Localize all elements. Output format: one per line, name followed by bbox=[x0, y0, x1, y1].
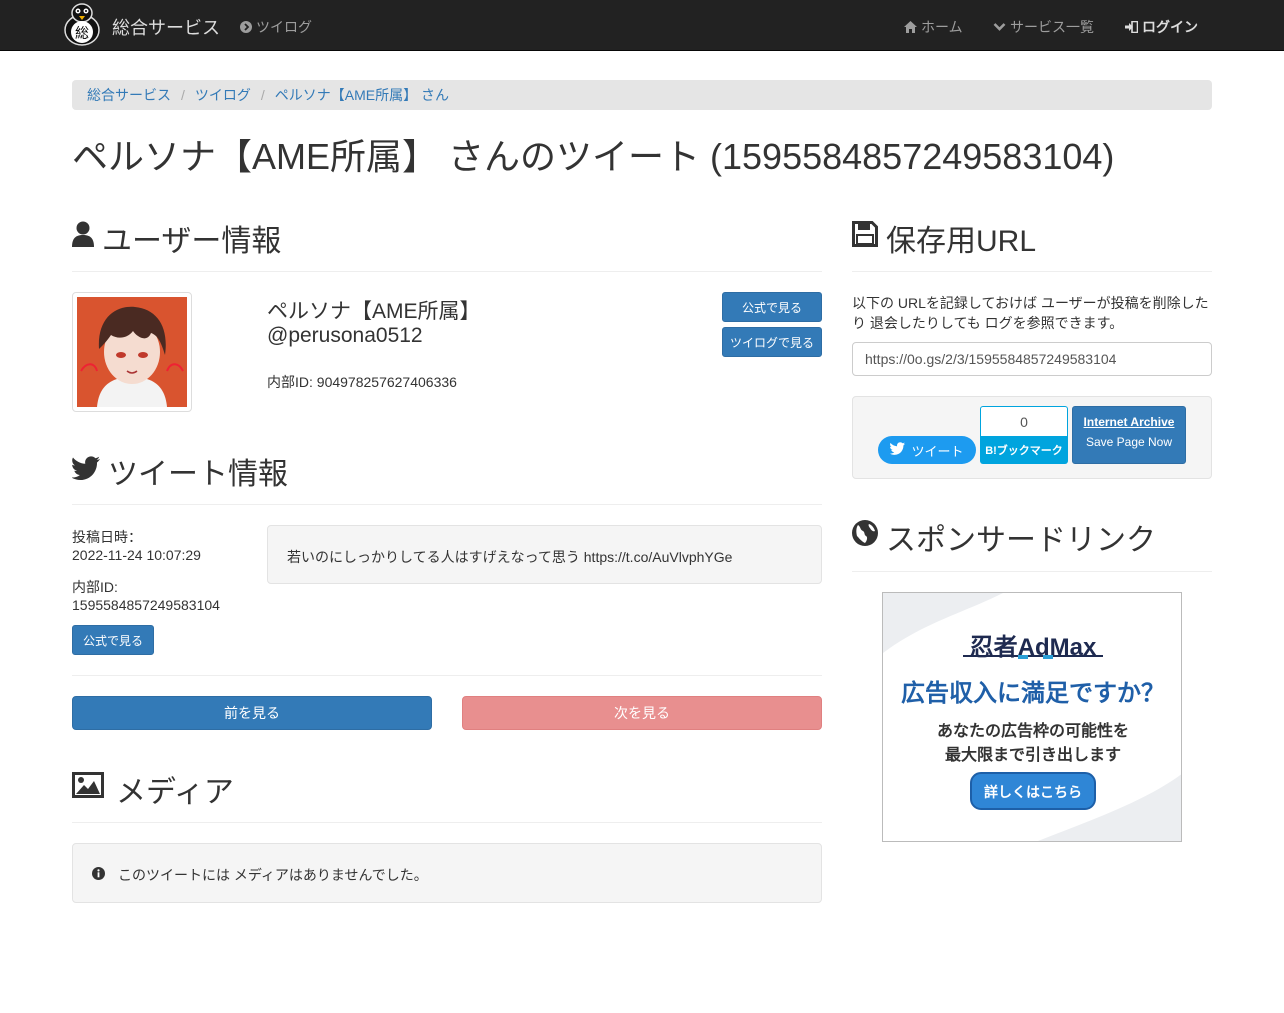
save-url-input[interactable] bbox=[852, 342, 1212, 376]
nav-twilog-label: ツイログ bbox=[256, 19, 312, 35]
divider bbox=[72, 271, 822, 272]
ad-cta-button[interactable]: 詳しくはこちら bbox=[971, 782, 1095, 802]
ad-line-2: 最大限まで引き出します bbox=[944, 747, 1121, 764]
home-icon bbox=[904, 21, 917, 33]
navbar: 総 総合サービス ツイログ ホーム サービス一覧 ログイン bbox=[0, 0, 1284, 51]
user-info-heading-text: ユーザー情報 bbox=[102, 225, 282, 258]
nav-services[interactable]: サービス一覧 bbox=[993, 17, 1094, 37]
avatar bbox=[72, 292, 192, 412]
tweet-share-label: ツイート bbox=[911, 443, 964, 459]
nav-home-label: ホーム bbox=[921, 19, 963, 35]
image-icon bbox=[72, 772, 104, 806]
user-screen-name: @perusona0512 bbox=[267, 324, 423, 347]
breadcrumb-item-twilog[interactable]: ツイログ bbox=[195, 85, 251, 105]
chevron-circle-right-icon bbox=[240, 21, 252, 33]
user-info-heading: ユーザー情報 bbox=[72, 216, 281, 260]
hatena-bookmark-button[interactable]: B!ブックマーク bbox=[980, 436, 1068, 464]
breadcrumb: 総合サービス / ツイログ / ペルソナ【AME所属】 さん bbox=[72, 80, 1212, 110]
logo-char: 総 bbox=[75, 26, 89, 42]
next-button[interactable]: 次を見る bbox=[462, 696, 822, 730]
divider bbox=[852, 271, 1212, 272]
tweet-info-heading-text: ツイート情報 bbox=[108, 458, 288, 491]
breadcrumb-item-home[interactable]: 総合サービス bbox=[87, 85, 171, 105]
media-empty-well: このツイートには メディアはありませんでした。 bbox=[72, 843, 822, 903]
tweet-id-label: 内部ID: bbox=[72, 579, 118, 595]
breadcrumb-separator: / bbox=[260, 87, 265, 103]
floppy-disk-icon bbox=[852, 221, 878, 255]
user-twilog-button[interactable]: ツイログで見る bbox=[722, 327, 822, 357]
nav-login-label: ログイン bbox=[1142, 19, 1198, 35]
user-name: ペルソナ【AME所属】 bbox=[267, 300, 481, 323]
ad-brand: 忍者AdMax bbox=[969, 634, 1097, 661]
tweet-text-well: 若いのにしっかりしてる人はすげえなって思う https://t.co/AuVlv… bbox=[267, 525, 822, 584]
media-heading-text: メディア bbox=[116, 776, 234, 809]
divider bbox=[852, 571, 1212, 572]
tweet-text: 若いのにしっかりしてる人はすげえなって思う https://t.co/AuVlv… bbox=[287, 549, 733, 565]
posted-value: 2022-11-24 10:07:29 bbox=[72, 547, 201, 563]
twitter-bird-icon bbox=[890, 442, 906, 458]
save-url-heading-text: 保存用URL bbox=[886, 225, 1037, 258]
breadcrumb-item-user[interactable]: ペルソナ【AME所属】 さん bbox=[275, 85, 449, 105]
internet-archive-button[interactable]: Internet Archive Save Page Now bbox=[1072, 406, 1186, 464]
hatena-count: 0 bbox=[980, 406, 1068, 436]
brand-link[interactable]: 総合サービス bbox=[112, 14, 220, 40]
nav-home[interactable]: ホーム bbox=[904, 17, 963, 37]
nav-login[interactable]: ログイン bbox=[1125, 17, 1198, 37]
tweet-info-heading: ツイート情報 bbox=[71, 449, 288, 493]
sponsor-ad-banner[interactable]: 忍者AdMax 広告収入に満足ですか？ あなたの広告枠の可能性を 最大限まで引き… bbox=[882, 592, 1182, 842]
page-title: ペルソナ【AME所属】 さんのツイート (1595584857249583104… bbox=[72, 136, 1115, 177]
media-empty-message: このツイートには メディアはありませんでした。 bbox=[118, 867, 428, 883]
posted-label: 投稿日時： bbox=[72, 529, 142, 545]
breadcrumb-separator: / bbox=[181, 87, 185, 103]
user-official-button[interactable]: 公式で見る bbox=[722, 292, 822, 322]
sponsor-heading: スポンサードリンク bbox=[852, 515, 1156, 559]
ia-subtitle: Save Page Now bbox=[1085, 435, 1173, 449]
globe-icon bbox=[852, 520, 878, 554]
prev-button[interactable]: 前を見る bbox=[72, 696, 432, 730]
penguin-logo-icon[interactable]: 総 bbox=[61, 2, 103, 46]
tweet-official-button[interactable]: 公式で見る bbox=[72, 625, 154, 655]
twitter-bird-icon bbox=[71, 454, 100, 488]
nav-services-label: サービス一覧 bbox=[1010, 19, 1094, 35]
user-internal-id: 内部ID: 904978257627406336 bbox=[267, 374, 457, 390]
chevron-down-icon bbox=[993, 22, 1006, 32]
nav-twilog[interactable]: ツイログ bbox=[240, 17, 312, 37]
media-heading: メディア bbox=[72, 767, 234, 811]
tweet-id-value: 1595584857249583104 bbox=[72, 597, 220, 613]
sponsor-heading-text: スポンサードリンク bbox=[886, 524, 1156, 557]
divider bbox=[72, 504, 822, 505]
save-url-heading: 保存用URL bbox=[852, 216, 1036, 260]
sign-in-icon bbox=[1125, 21, 1138, 33]
divider bbox=[72, 675, 822, 676]
ia-title: Internet Archive bbox=[1083, 415, 1175, 429]
ad-headline: 広告収入に満足ですか？ bbox=[901, 680, 1165, 707]
tweet-share-button[interactable]: ツイート bbox=[878, 436, 976, 464]
save-url-description: 以下の URLを記録しておけば ユーザーが投稿を削除したり 退会したりしても ロ… bbox=[852, 295, 1209, 331]
info-circle-icon bbox=[92, 867, 105, 883]
ad-line-1: あなたの広告枠の可能性を bbox=[936, 723, 1129, 740]
divider bbox=[72, 822, 822, 823]
user-icon bbox=[72, 221, 94, 255]
